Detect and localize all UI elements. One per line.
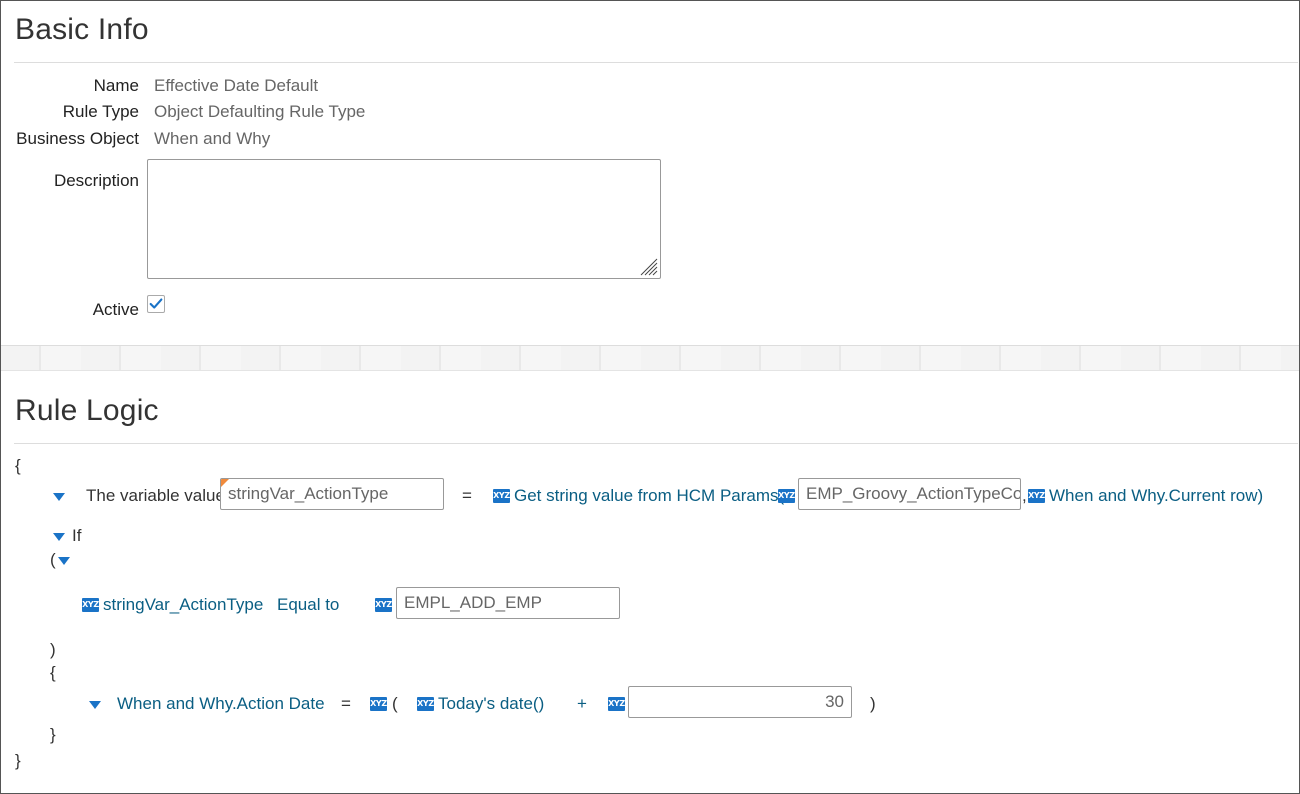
resize-grip-icon[interactable]	[636, 254, 658, 276]
function-link[interactable]: Get string value from HCM Params(	[514, 486, 784, 506]
expression-icon[interactable]: XYZ	[778, 489, 795, 503]
expression-icon[interactable]: XYZ	[493, 489, 510, 503]
then-open-brace: {	[50, 663, 56, 682]
outer-open-brace: {	[15, 456, 21, 475]
action-equals: =	[341, 694, 351, 713]
check-icon	[149, 298, 163, 309]
business-object-value: When and Why	[154, 129, 271, 148]
if-open-paren: (	[50, 550, 56, 569]
name-value: Effective Date Default	[154, 76, 319, 95]
condition-left-link[interactable]: stringVar_ActionType	[103, 595, 263, 615]
active-checkbox[interactable]	[147, 295, 165, 313]
expression-icon[interactable]: XYZ	[608, 697, 625, 711]
rule-type-label: Rule Type	[62, 102, 139, 121]
name-label: Name	[93, 76, 139, 95]
collapse-action-icon[interactable]	[89, 701, 101, 709]
description-label: Description	[53, 171, 139, 190]
expression-icon[interactable]: XYZ	[417, 697, 434, 711]
collapse-assign-icon[interactable]	[53, 493, 65, 501]
assign-equals: =	[462, 486, 472, 505]
plus-operator-link[interactable]: +	[577, 694, 587, 714]
section-separator	[1, 345, 1299, 371]
operator-link[interactable]: Equal to	[277, 595, 339, 615]
assign-prefix: The variable value	[86, 486, 225, 505]
action-open-paren: (	[392, 694, 398, 713]
variable-input[interactable]: stringVar_ActionType	[220, 478, 444, 510]
expression-icon[interactable]: XYZ	[1028, 489, 1045, 503]
expression-icon[interactable]: XYZ	[82, 598, 99, 612]
action-target-link[interactable]: When and Why.Action Date	[117, 694, 325, 714]
todays-date-link[interactable]: Today's date()	[438, 694, 544, 714]
active-label: Active	[92, 300, 139, 319]
param-input[interactable]: EMP_Groovy_ActionTypeCoc	[798, 478, 1021, 510]
outer-close-brace: }	[15, 751, 21, 770]
rule-logic-heading: Rule Logic	[15, 394, 159, 427]
amount-input[interactable]: 30	[628, 686, 852, 718]
expression-icon[interactable]: XYZ	[370, 697, 387, 711]
arg-comma: ,	[1022, 486, 1027, 505]
basic-info-heading: Basic Info	[15, 13, 149, 46]
variable-input-value: stringVar_ActionType	[228, 484, 389, 503]
description-textarea[interactable]	[147, 159, 661, 279]
required-flag-icon	[221, 479, 229, 487]
collapse-if-icon[interactable]	[53, 533, 65, 541]
action-close-paren: )	[870, 694, 876, 713]
collapse-condition-icon[interactable]	[58, 557, 70, 565]
then-close-brace: }	[50, 725, 56, 744]
basic-info-divider	[14, 62, 1298, 63]
if-close-paren: )	[50, 640, 56, 659]
condition-value-input[interactable]: EMPL_ADD_EMP	[396, 587, 620, 619]
expression-icon[interactable]: XYZ	[375, 598, 392, 612]
if-keyword: If	[72, 526, 82, 545]
rule-type-value: Object Defaulting Rule Type	[154, 102, 366, 121]
business-object-label: Business Object	[16, 129, 139, 148]
current-row-link[interactable]: When and Why.Current row)	[1049, 486, 1263, 506]
rule-logic-divider	[14, 443, 1298, 444]
